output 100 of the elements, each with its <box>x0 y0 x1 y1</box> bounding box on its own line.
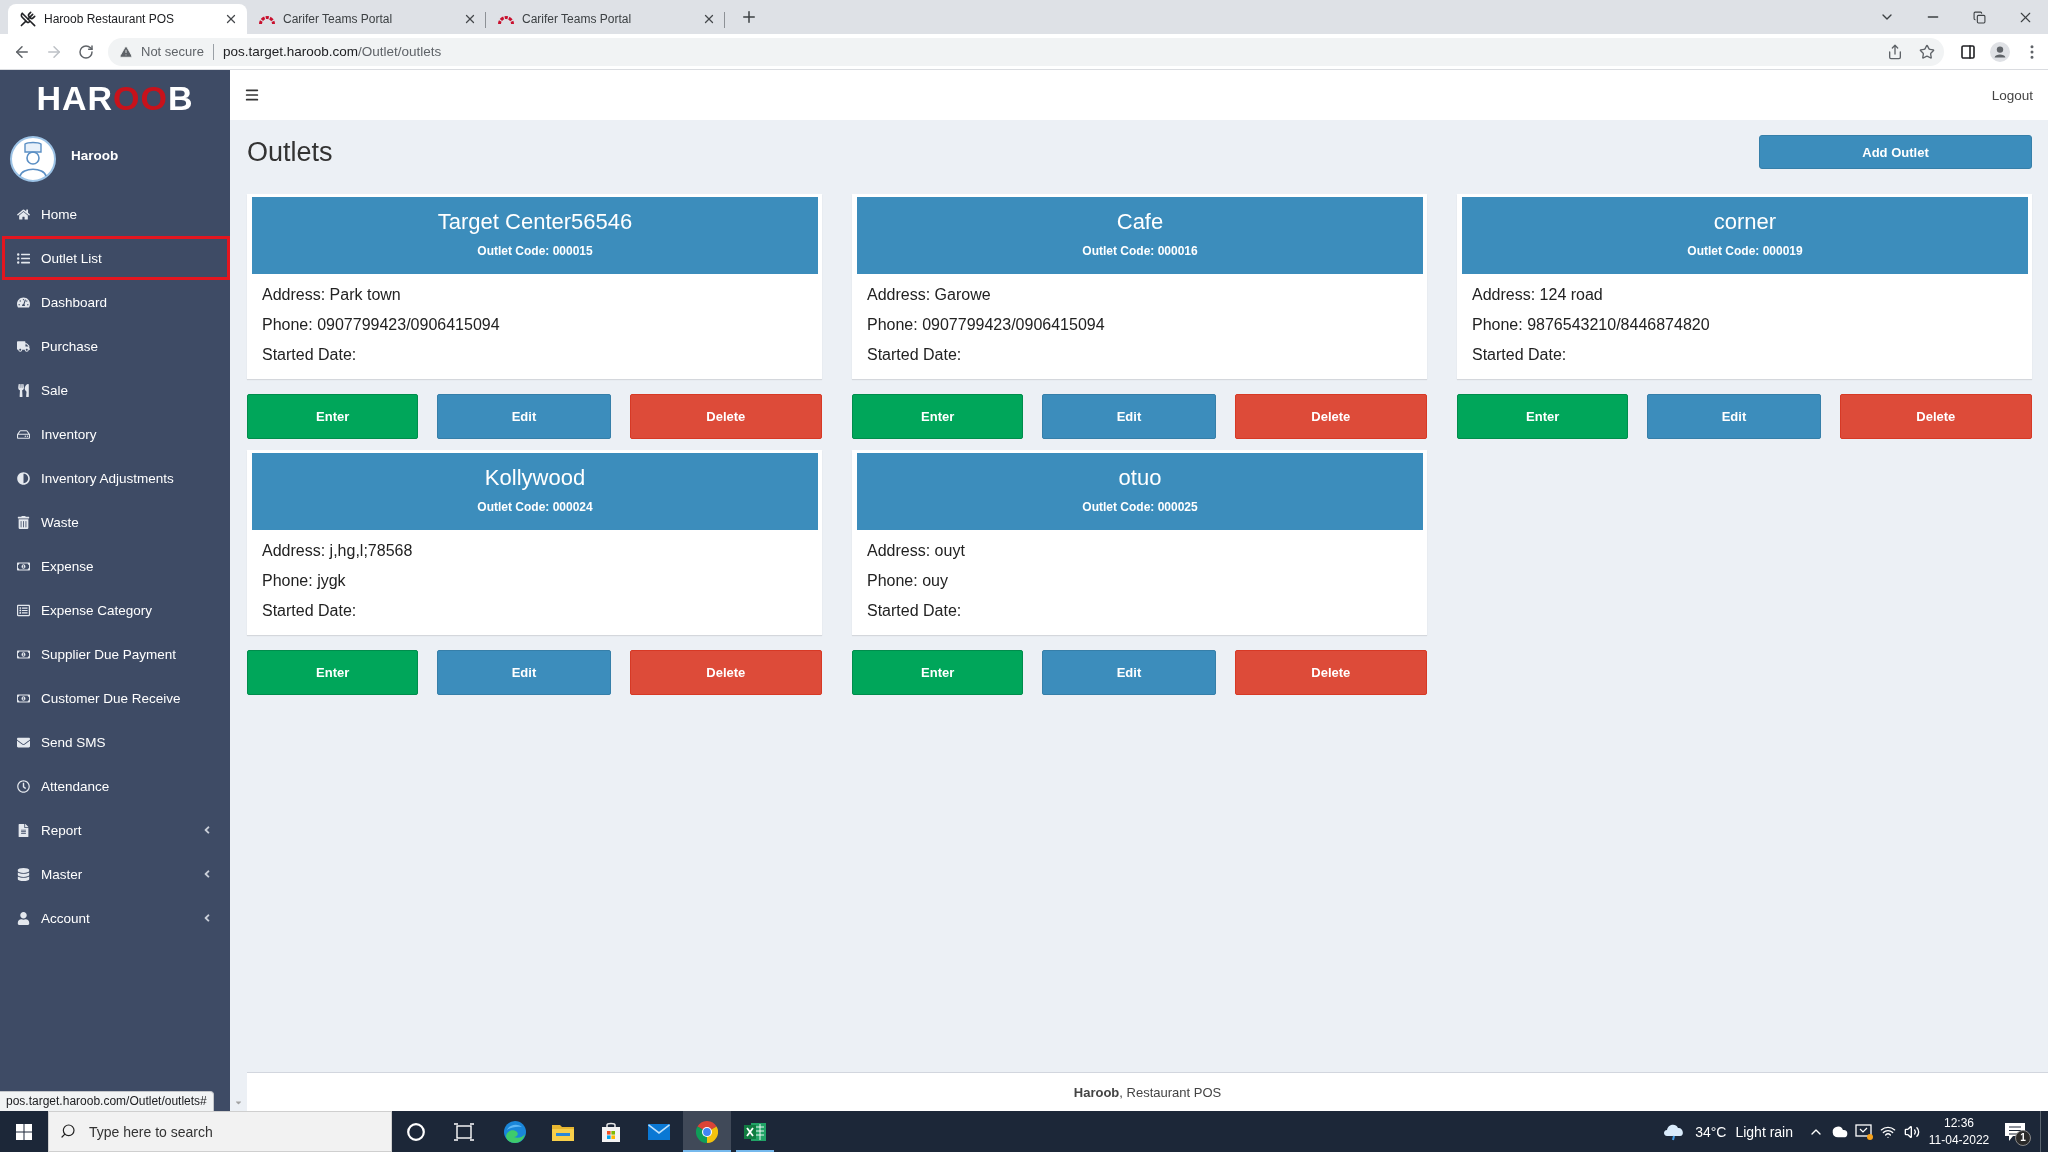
clock-time: 12:36 <box>1944 1114 1974 1132</box>
close-icon[interactable] <box>224 12 238 26</box>
sidebar-item[interactable]: Home <box>2 192 230 236</box>
sidebar-item[interactable]: Inventory <box>2 412 230 456</box>
mail-icon <box>648 1123 670 1140</box>
hard-drive-icon <box>17 427 30 441</box>
sidebar-item[interactable]: Purchase <box>2 324 230 368</box>
sidebar-item[interactable]: Expense Category <box>2 588 230 632</box>
phone-text: Phone: ouy <box>867 571 949 591</box>
reload-icon[interactable] <box>78 43 94 60</box>
search-icon <box>60 1123 76 1139</box>
sidebar-item[interactable]: Customer Due Receive <box>2 676 230 720</box>
home-icon <box>17 207 30 221</box>
folder-icon <box>552 1122 574 1141</box>
sidebar-item[interactable]: Attendance <box>2 764 230 808</box>
edit-button[interactable]: Edit <box>1042 650 1216 695</box>
task-view-icon[interactable] <box>454 1122 474 1141</box>
truck-icon <box>17 339 30 353</box>
start-icon[interactable] <box>16 1123 32 1140</box>
sidebar-item[interactable]: Waste <box>2 500 230 544</box>
phone-text: Phone: jygk <box>262 571 347 591</box>
outlet-code: Outlet Code: 000025 <box>1082 499 1198 515</box>
delete-button[interactable]: Delete <box>629 394 822 439</box>
utensils-icon <box>20 11 36 27</box>
star-icon[interactable] <box>1919 43 1935 60</box>
outlet-code: Outlet Code: 000015 <box>477 243 593 259</box>
app-logo: HAROOB <box>36 80 194 116</box>
menu-icon[interactable] <box>244 87 260 103</box>
notification-count-badge: 1 <box>2015 1130 2031 1146</box>
delete-button[interactable]: Delete <box>629 650 822 695</box>
swirl-browser-icon <box>504 1120 526 1143</box>
add-outlet-button[interactable]: Add Outlet <box>1759 135 2032 169</box>
spreadsheet-icon <box>744 1121 766 1142</box>
outlet-code: Outlet Code: 000019 <box>1687 243 1803 259</box>
restore-icon[interactable] <box>1972 10 1986 24</box>
outlet-code: Outlet Code: 000016 <box>1082 243 1198 259</box>
edit-button[interactable]: Edit <box>437 650 611 695</box>
sidebar-item[interactable]: Account <box>2 896 230 940</box>
edit-button[interactable]: Edit <box>437 394 611 439</box>
edit-button[interactable]: Edit <box>1042 394 1216 439</box>
volume-icon[interactable] <box>1904 1123 1920 1140</box>
sidebar-item[interactable]: Outlet List <box>2 236 230 280</box>
address-bar[interactable]: Not secure pos.target.haroob.com/Outlet/outlets <box>108 37 1944 66</box>
address-text: Address: 124 road <box>1472 285 1604 305</box>
sidebar-item[interactable]: Expense <box>2 544 230 588</box>
page-title: Outlets <box>247 136 333 168</box>
envelope-icon <box>17 735 30 749</box>
sidebar-item[interactable]: Supplier Due Payment <box>2 632 230 676</box>
database-icon <box>17 867 30 881</box>
browser-tab[interactable]: Carifer Teams Portal <box>486 4 725 34</box>
footer-text: Haroob, Restaurant POS <box>1073 1084 1222 1100</box>
edit-button[interactable]: Edit <box>1647 394 1821 439</box>
clock-icon <box>17 779 30 793</box>
address-text: Address: Garowe <box>867 285 992 305</box>
screen-icon[interactable] <box>1855 1123 1873 1140</box>
fork-knife-icon <box>17 383 30 397</box>
outlet-name: otuo <box>1118 465 1162 491</box>
temperature-text: 34°C <box>1695 1123 1727 1140</box>
browser-tab[interactable]: Carifer Teams Portal <box>247 4 486 34</box>
phone-text: Phone: 0907799423/0906415094 <box>867 315 1106 335</box>
outlet-name: Kollywood <box>484 465 586 491</box>
started-date-text: Started Date: <box>1472 345 1568 365</box>
security-label[interactable]: Not secure <box>141 44 204 59</box>
arch-icon <box>498 14 514 24</box>
side-panel-icon[interactable] <box>1960 43 1976 60</box>
search-field[interactable]: Type here to search <box>48 1111 392 1152</box>
outlet-name: Target Center56546 <box>437 209 633 235</box>
circle-icon[interactable] <box>407 1122 425 1141</box>
trash-icon <box>17 515 30 529</box>
started-date-text: Started Date: <box>867 601 963 621</box>
logout-link[interactable]: Logout <box>1991 87 2033 103</box>
phone-text: Phone: 9876543210/8446874820 <box>1472 315 1711 335</box>
share-icon[interactable] <box>1887 43 1903 60</box>
sidebar-item[interactable]: Master <box>2 852 230 896</box>
sidebar-item[interactable]: Dashboard <box>2 280 230 324</box>
phone-text: Phone: 0907799423/0906415094 <box>262 315 501 335</box>
shopping-bag-icon <box>601 1121 621 1142</box>
profile-icon[interactable] <box>1990 41 2010 62</box>
started-date-text: Started Date: <box>262 601 358 621</box>
sidebar-item[interactable]: Sale <box>2 368 230 412</box>
sidebar-item[interactable]: Send SMS <box>2 720 230 764</box>
plus-icon[interactable] <box>740 8 758 26</box>
clock-date: 11-04-2022 <box>1928 1131 1990 1149</box>
started-date-text: Started Date: <box>262 345 358 365</box>
address-text: Address: Park town <box>262 285 402 305</box>
delete-button[interactable]: Delete <box>1234 650 1427 695</box>
close-icon[interactable] <box>702 12 716 26</box>
delete-button[interactable]: Delete <box>1234 394 1427 439</box>
outlet-name: Cafe <box>1116 209 1164 235</box>
delete-button[interactable]: Delete <box>1839 394 2032 439</box>
close-icon[interactable] <box>463 12 477 26</box>
sidebar-item[interactable]: Inventory Adjustments <box>2 456 230 500</box>
browser-tab[interactable]: Haroob Restaurant POS <box>8 4 247 34</box>
address-text: Address: ouyt <box>867 541 966 561</box>
list-icon <box>17 251 30 265</box>
user-name: Haroob <box>71 147 119 163</box>
sidebar-item[interactable]: Report <box>2 808 230 852</box>
url-text: pos.target.haroob.com/Outlet/outlets <box>222 44 442 59</box>
list-card-icon <box>17 603 30 617</box>
started-date-text: Started Date: <box>867 345 963 365</box>
